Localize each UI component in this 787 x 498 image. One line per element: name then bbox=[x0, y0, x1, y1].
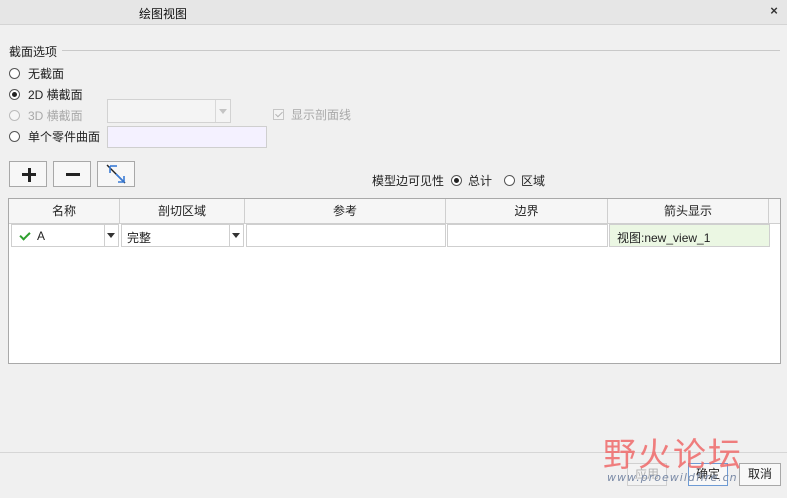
window-title: 绘图视图 bbox=[139, 7, 188, 21]
close-icon[interactable]: × bbox=[767, 4, 781, 18]
part-surface-selector[interactable] bbox=[107, 126, 267, 148]
show-hatch-label: 显示剖面线 bbox=[291, 108, 352, 122]
radio-single-part-surface[interactable]: 单个零件曲面 bbox=[9, 128, 100, 144]
region-combo[interactable]: 完整 bbox=[121, 224, 244, 247]
show-hatch-checkbox bbox=[273, 109, 284, 120]
section-divider bbox=[62, 50, 780, 51]
radio-3d-section-indicator bbox=[9, 109, 20, 121]
add-section-button[interactable] bbox=[9, 161, 47, 187]
visibility-area-label: 区域 bbox=[521, 174, 546, 188]
arrow-display-value: 视图:new_view_1 bbox=[617, 231, 711, 245]
radio-3d-section: 3D 横截面 bbox=[9, 107, 83, 123]
flip-arrow-button[interactable] bbox=[97, 161, 135, 187]
visibility-label: 模型边可见性 bbox=[372, 174, 445, 188]
column-header-arrow-display[interactable]: 箭头显示 bbox=[608, 199, 769, 223]
name-combo[interactable]: A bbox=[11, 224, 119, 247]
radio-single-part-surface-indicator[interactable] bbox=[9, 130, 20, 142]
section-table: 名称 剖切区域 参考 边界 箭头显示 A 完整 视图:new_view_1 bbox=[8, 198, 781, 364]
region-value: 完整 bbox=[127, 231, 152, 245]
column-header-name[interactable]: 名称 bbox=[9, 199, 120, 223]
reference-field[interactable] bbox=[246, 224, 446, 247]
section-3d-dropdown bbox=[107, 99, 231, 123]
apply-button[interactable]: 应用 bbox=[627, 463, 667, 486]
radio-2d-section-indicator[interactable] bbox=[9, 88, 20, 100]
arrow-display-field[interactable]: 视图:new_view_1 bbox=[609, 224, 770, 247]
model-edge-visibility: 模型边可见性 总计 区域 bbox=[372, 172, 545, 189]
chevron-down-icon[interactable] bbox=[229, 225, 243, 246]
name-value: A bbox=[37, 229, 46, 243]
section-options-label: 截面选项 bbox=[9, 45, 58, 59]
radio-visibility-area[interactable] bbox=[504, 175, 516, 186]
radio-single-part-surface-label: 单个零件曲面 bbox=[28, 129, 101, 144]
flip-arrow-icon bbox=[106, 164, 126, 184]
radio-3d-section-label: 3D 横截面 bbox=[28, 108, 83, 123]
column-header-reference[interactable]: 参考 bbox=[245, 199, 446, 223]
title-bar: 绘图视图 × bbox=[0, 0, 787, 25]
cancel-button[interactable]: 取消 bbox=[739, 463, 781, 486]
radio-no-section-indicator[interactable] bbox=[9, 67, 20, 79]
ok-button[interactable]: 确定 bbox=[688, 463, 728, 486]
remove-section-button[interactable] bbox=[53, 161, 91, 187]
visibility-total-label: 总计 bbox=[468, 174, 493, 188]
check-icon bbox=[19, 229, 31, 241]
radio-no-section-label: 无截面 bbox=[28, 66, 65, 81]
radio-2d-section-label: 2D 横截面 bbox=[28, 87, 83, 102]
boundary-field[interactable] bbox=[447, 224, 608, 247]
footer-divider bbox=[0, 452, 787, 453]
column-header-region[interactable]: 剖切区域 bbox=[120, 199, 245, 223]
radio-2d-section[interactable]: 2D 横截面 bbox=[9, 86, 83, 102]
table-header: 名称 剖切区域 参考 边界 箭头显示 bbox=[9, 199, 780, 224]
column-header-boundary[interactable]: 边界 bbox=[446, 199, 608, 223]
chevron-down-icon bbox=[215, 100, 230, 122]
show-hatch-checkbox-row: 显示剖面线 bbox=[273, 106, 351, 123]
table-row[interactable]: A 完整 视图:new_view_1 bbox=[9, 224, 780, 248]
radio-visibility-total[interactable] bbox=[451, 175, 463, 186]
chevron-down-icon[interactable] bbox=[104, 225, 118, 246]
radio-no-section[interactable]: 无截面 bbox=[9, 65, 64, 81]
